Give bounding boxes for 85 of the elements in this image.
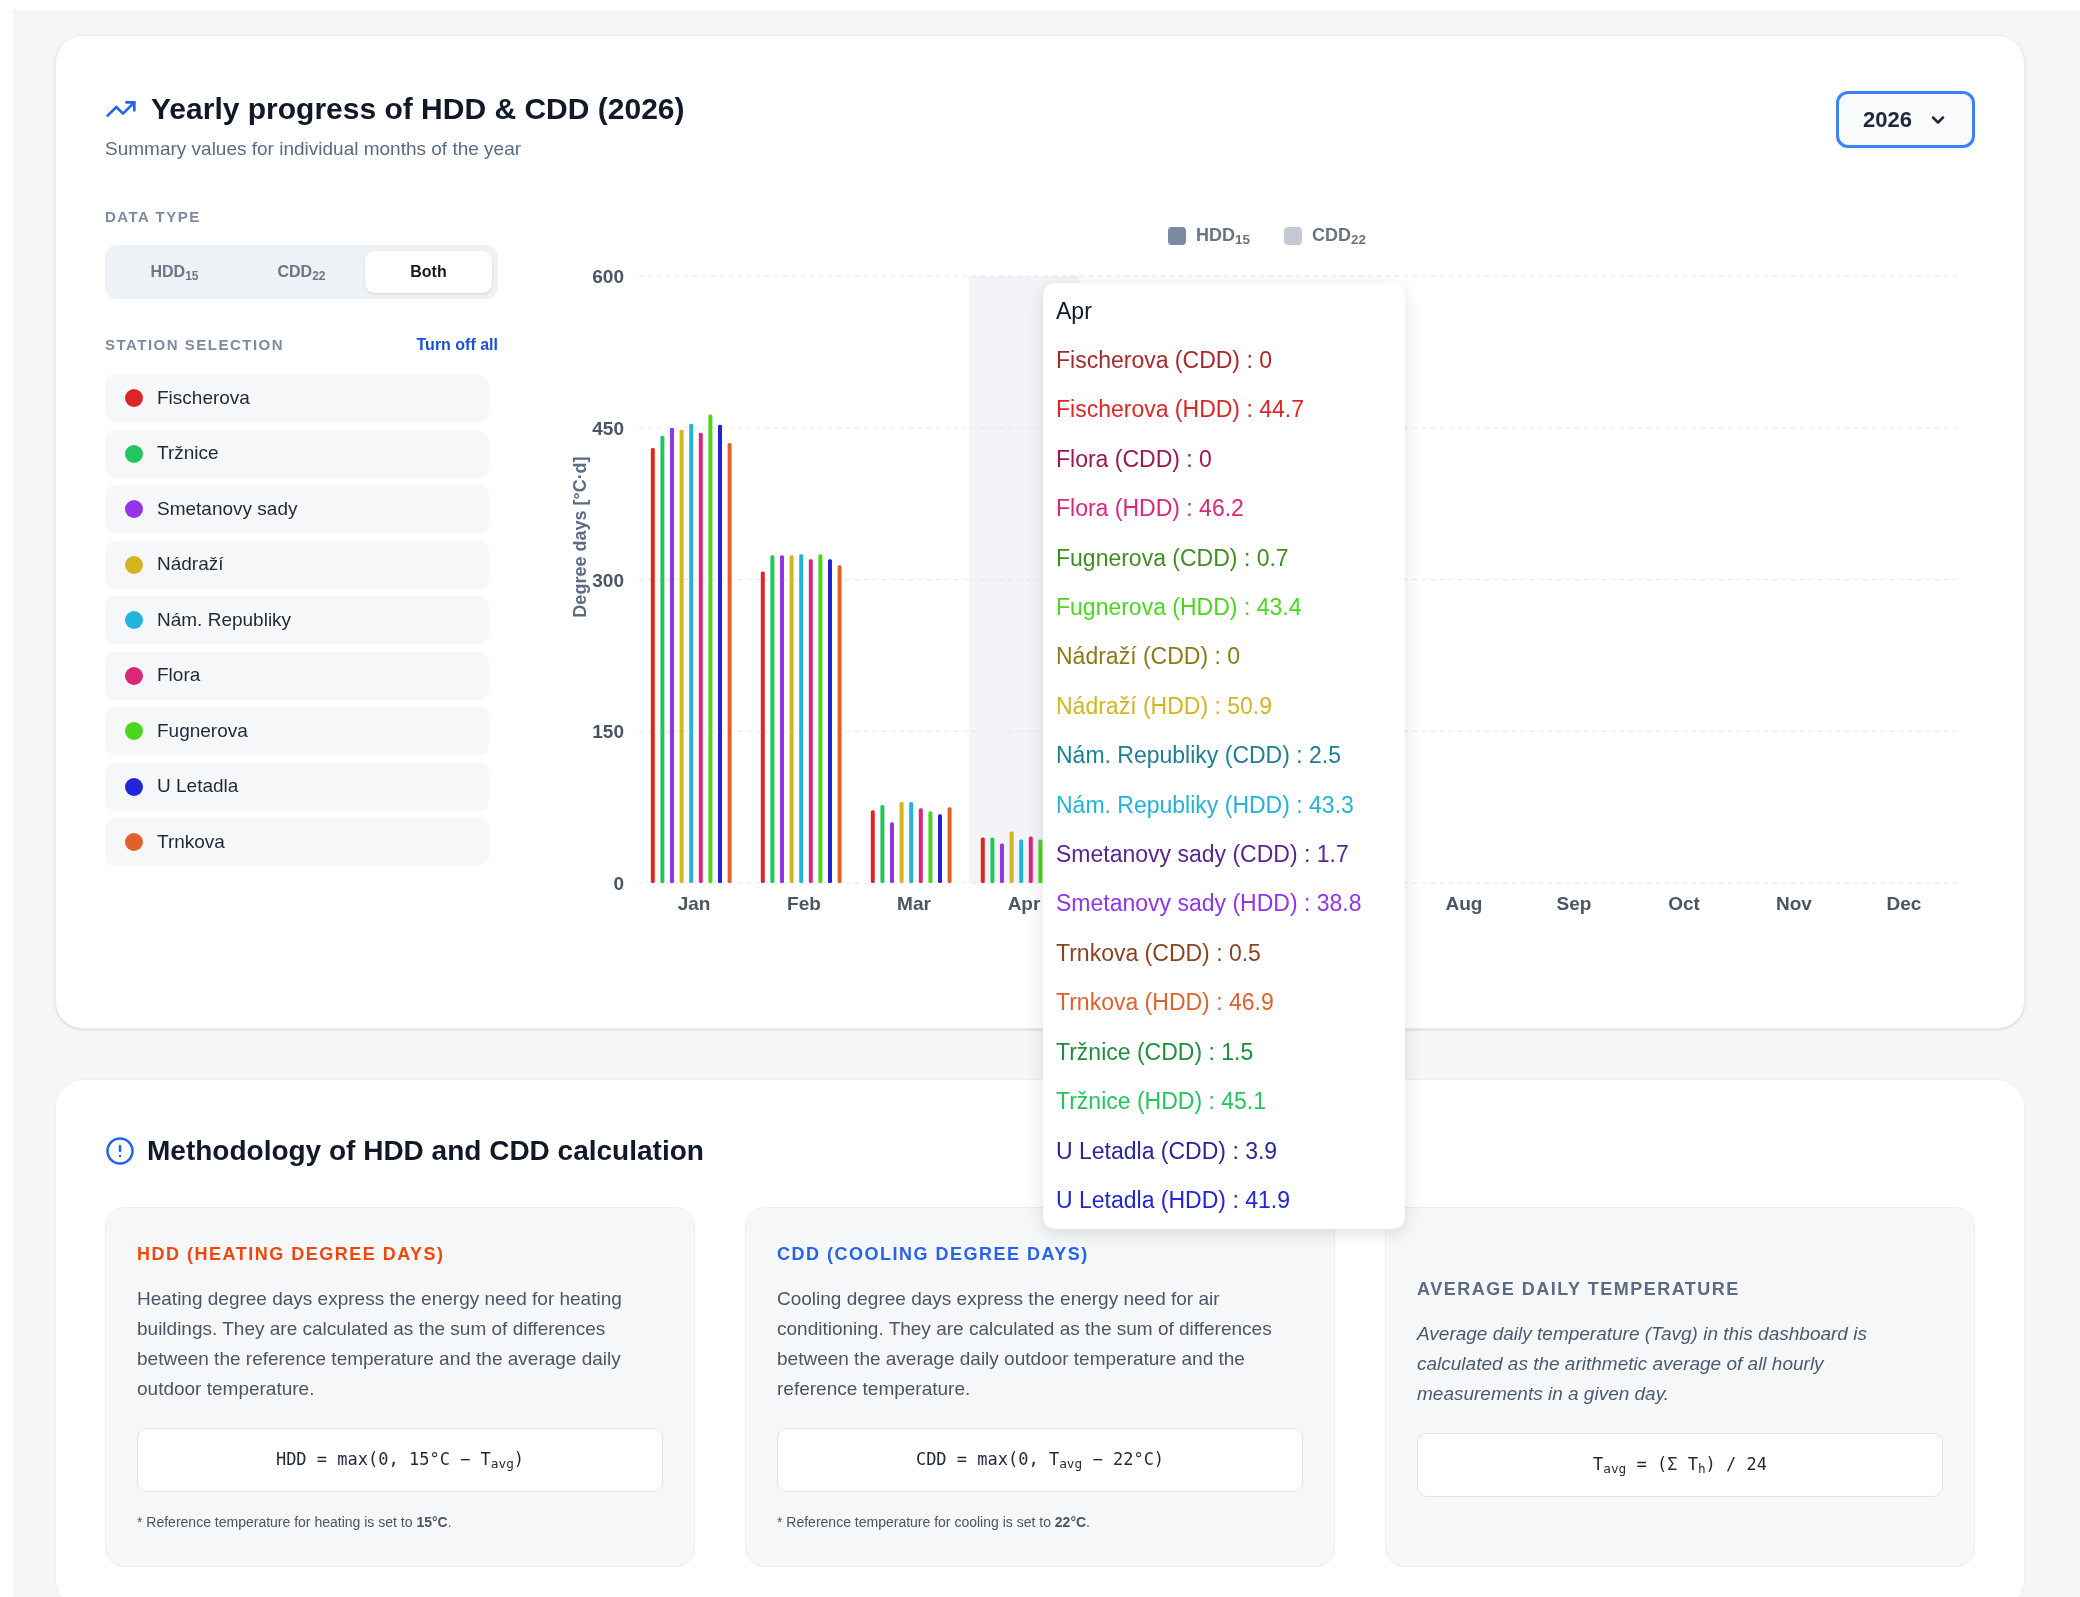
x-axis-label: Aug [1445, 892, 1483, 914]
tooltip-entry: U Letadla (CDD) : 3.9 [1056, 1136, 1279, 1166]
x-axis-label: Dec [1886, 892, 1922, 914]
tooltip-entry: Flora (CDD) : 0 [1056, 444, 1213, 474]
station-name: Fugnerova [157, 718, 248, 743]
data-type-tab[interactable]: HDD$_{15}$ [111, 251, 238, 293]
card-title: CDD (COOLING DEGREE DAYS) [777, 1242, 1090, 1266]
station-item[interactable]: Fischerova [105, 374, 489, 422]
card-text: Cooling degree days express the energy need for air conditioning. They are calculated as the sum of differences between the average daily outdoor temperature and the reference temperature. [777, 1286, 1273, 1401]
card-title: HDD (HEATING DEGREE DAYS) [137, 1242, 446, 1266]
card-title: AVERAGE DAILY TEMPERATURE [1417, 1278, 1741, 1301]
x-axis-label: Sep [1556, 892, 1592, 914]
tooltip-entry: Fugnerova (HDD) : 43.4 [1056, 593, 1303, 623]
station-item[interactable]: Tržnice [105, 429, 489, 478]
footnote: * Reference temperature for cooling is set to 22°C. [777, 1512, 1091, 1532]
station-name: Nám. Republiky [157, 607, 292, 632]
y-axis-label: 450 [592, 417, 624, 439]
station-item[interactable]: Fugnerova [105, 707, 489, 755]
chart-bar [1009, 830, 1014, 883]
station-item[interactable]: Nám. Republiky [105, 596, 489, 644]
x-axis-label: Feb [787, 892, 821, 914]
station-name: Trnkova [157, 829, 225, 854]
station-item[interactable]: Nádraží [105, 540, 489, 589]
station-name: Nádraží [157, 552, 224, 577]
tooltip-title: Apr [1056, 297, 1093, 326]
tooltip-entry: Fugnerova (CDD) : 0.7 [1056, 543, 1290, 573]
x-axis-label: Mar [897, 892, 931, 914]
tooltip-entry: Nám. Republiky (HDD) : 43.3 [1056, 790, 1355, 820]
section-title: Methodology of HDD and CDD calculation [147, 1133, 704, 1168]
y-axis-label: 600 [592, 265, 624, 287]
chart-bar [1019, 839, 1024, 883]
data-type-tab[interactable]: Both [365, 251, 492, 293]
station-item[interactable]: Trnkova [105, 818, 489, 866]
chart-bar [1038, 839, 1043, 883]
tooltip-entry: Trnkova (HDD) : 46.9 [1056, 988, 1275, 1018]
station-name: U Letadla [157, 774, 239, 799]
footnote: * Reference temperature for heating is set to 15°C. [137, 1512, 453, 1532]
station-item[interactable]: U Letadla [105, 762, 489, 811]
tooltip-entry: Nádraží (HDD) : 50.9 [1056, 691, 1273, 721]
tooltip-entry: Smetanovy sady (HDD) : 38.8 [1056, 889, 1363, 919]
tooltip-entry: Fischerova (HDD) : 44.7 [1056, 395, 1305, 425]
card-text: Heating degree days express the energy need for heating buildings. They are calculated as the sum of differences between the reference temperature and the average daily outdoor temperature. [137, 1286, 623, 1401]
card-text: Average daily temperature (Tavg) in this dashboard is calculated as the arithmetic average of all hourly measurements in a given day. [1417, 1322, 1868, 1406]
station-name: Smetanovy sady [157, 496, 298, 521]
chart-bar [1000, 843, 1004, 883]
section-label: STATION SELECTION [105, 334, 285, 355]
station-item[interactable]: Smetanovy sady [105, 485, 489, 533]
chart-subtitle: Summary values for individual months of the year [105, 137, 523, 161]
axis-title: Degree days [°C·d] [570, 455, 590, 618]
tooltip-entry: Flora (HDD) : 46.2 [1056, 494, 1245, 524]
chart-bar [938, 813, 942, 883]
chart-bar [990, 837, 995, 883]
station-name: Fischerova [157, 385, 250, 410]
y-axis-label: 150 [592, 720, 624, 742]
info-icon [105, 1135, 135, 1166]
section-label: DATA TYPE [105, 206, 202, 227]
formula-box: HDD = max(0, 15°C − T$_{avg}$) [137, 1427, 663, 1492]
legend-label[interactable]: HDD$_{15}$ [1195, 222, 1250, 249]
tooltip-entry: Tržnice (CDD) : 1.5 [1056, 1037, 1255, 1067]
data-type-tab[interactable]: CDD$_{22}$ [238, 251, 365, 293]
tooltip-entry: U Letadla (HDD) : 41.9 [1056, 1185, 1291, 1215]
x-axis-label: Nov [1776, 892, 1812, 914]
tooltip-entry: Trnkova (CDD) : 0.5 [1056, 938, 1262, 968]
tooltip-entry: Tržnice (HDD) : 45.1 [1056, 1087, 1268, 1117]
tooltip-entry: Fischerova (CDD) : 0 [1056, 346, 1273, 375]
x-axis-label: Oct [1668, 892, 1700, 914]
station-item[interactable]: Flora [105, 651, 489, 700]
x-axis-label: Jan [677, 892, 711, 914]
chart-bar [890, 821, 894, 883]
tooltip-entry: Nádraží (CDD) : 0 [1056, 642, 1242, 672]
station-name: Tržnice [157, 441, 219, 466]
chart-bar [1028, 835, 1033, 883]
chart-title: Yearly progress of HDD & CDD (2026) [151, 91, 685, 127]
y-axis-label: 300 [592, 569, 624, 590]
legend-label[interactable]: CDD$_{22}$ [1312, 222, 1367, 249]
tooltip-entry: Smetanovy sady (CDD) : 1.7 [1056, 840, 1350, 870]
y-axis-label: 0 [613, 872, 624, 894]
tooltip-entry: Nám. Republiky (CDD) : 2.5 [1056, 741, 1343, 771]
x-axis-label: Apr [1007, 892, 1041, 914]
formula-box: T$_{avg}$ = (Σ T$_{h}$) / 24 [1417, 1433, 1943, 1497]
formula-box: CDD = max(0, T$_{avg}$ − 22°C) [777, 1427, 1303, 1492]
chart-bar [980, 837, 985, 883]
year-select[interactable]: 2026 [1836, 91, 1975, 148]
turn-off-all-link[interactable]: Turn off all [416, 333, 498, 357]
station-name: Flora [157, 663, 201, 688]
